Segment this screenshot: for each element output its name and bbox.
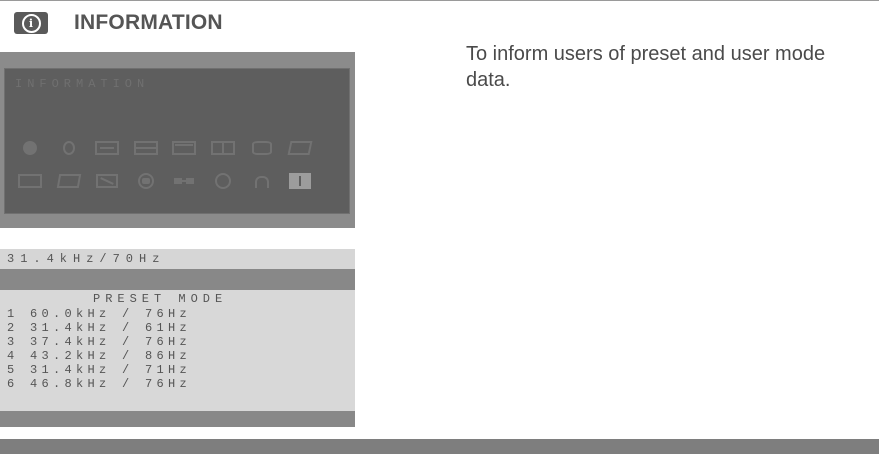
preset-mode-list: 1 60.0kHz / 76Hz 2 31.4kHz / 61Hz 3 37.4… xyxy=(7,307,191,391)
preset-mode-item: 4 43.2kHz / 86Hz xyxy=(7,349,192,363)
recall-icon xyxy=(249,172,275,190)
preset-mode-item: 6 46.8kHz / 76Hz xyxy=(7,377,192,391)
osd-icon-row-1 xyxy=(17,139,326,157)
h-position-icon xyxy=(94,139,120,157)
pincushion-icon xyxy=(249,139,275,157)
brightness-icon xyxy=(17,139,43,157)
contrast-icon xyxy=(56,139,82,157)
osd-menu-panel: INFORMATION xyxy=(0,52,355,228)
v-size-icon xyxy=(210,139,236,157)
preset-mode-box: PRESET MODE 1 60.0kHz / 76Hz 2 31.4kHz /… xyxy=(0,290,355,411)
preset-mode-item: 3 37.4kHz / 76Hz xyxy=(7,335,192,349)
information-icon xyxy=(287,172,313,190)
v-position-icon xyxy=(171,139,197,157)
section-title: INFORMATION xyxy=(74,11,223,34)
color-icon xyxy=(94,172,120,190)
current-frequency: 31.4kHz/70Hz xyxy=(0,249,355,269)
h-size-icon xyxy=(133,139,159,157)
preset-info-panel: 31.4kHz/70Hz PRESET MODE 1 60.0kHz / 76H… xyxy=(0,249,355,427)
bottom-divider-bar xyxy=(0,439,879,454)
info-icon: i xyxy=(14,12,48,34)
language-icon xyxy=(133,172,159,190)
moire-icon xyxy=(171,172,197,190)
section-heading: i INFORMATION xyxy=(14,10,223,36)
preset-mode-item: 2 31.4kHz / 61Hz xyxy=(7,321,192,335)
osd-icon-row-2 xyxy=(17,172,326,190)
trapezoid-icon xyxy=(287,139,313,157)
preset-mode-item: 1 60.0kHz / 76Hz xyxy=(7,307,192,321)
osd-menu-title: INFORMATION xyxy=(15,77,150,91)
parallelogram-icon xyxy=(17,172,43,190)
degauss-icon xyxy=(210,172,236,190)
preset-mode-item: 5 31.4kHz / 71Hz xyxy=(7,363,192,377)
description-text: To inform users of preset and user mode … xyxy=(466,43,826,91)
preset-mode-title: PRESET MODE xyxy=(93,292,228,306)
top-rule xyxy=(0,0,879,1)
pinbalance-icon xyxy=(56,172,82,190)
osd-menu-inner: INFORMATION xyxy=(4,68,350,214)
